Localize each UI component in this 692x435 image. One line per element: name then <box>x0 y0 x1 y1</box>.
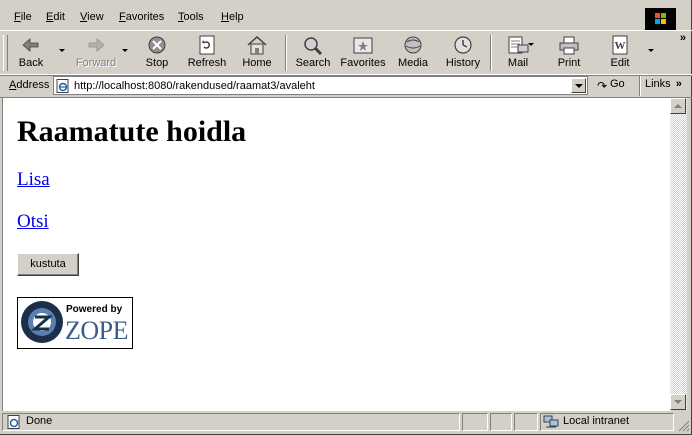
links-separator <box>639 76 641 96</box>
favorites-button[interactable]: Favorites <box>339 33 387 73</box>
home-label: Home <box>242 57 272 69</box>
go-button[interactable]: ↷ Go <box>597 78 625 93</box>
mail-icon <box>506 35 530 55</box>
address-dropdown-icon[interactable] <box>571 78 586 93</box>
links-more-chevron: » <box>675 78 682 90</box>
go-arrow-icon: ↷ <box>597 79 608 93</box>
mail-dropdown-icon[interactable] <box>528 43 534 46</box>
mail-label: Mail <box>507 57 529 69</box>
menu-view[interactable]: View <box>80 11 104 23</box>
back-button[interactable]: Back <box>12 33 50 73</box>
menu-edit[interactable]: Edit <box>46 11 65 23</box>
refresh-label: Refresh <box>187 57 227 69</box>
refresh-button[interactable]: Refresh <box>184 33 230 73</box>
favorites-label: Favorites <box>340 57 386 69</box>
history-button[interactable]: History <box>444 33 482 73</box>
edit-icon: W <box>608 35 632 55</box>
link-otsi[interactable]: Otsi <box>17 211 49 233</box>
media-label: Media <box>398 57 428 69</box>
zope-powered-text: Powered by <box>66 304 123 315</box>
page-title: Raamatute hoidla <box>17 115 247 148</box>
back-arrow-icon <box>19 35 43 55</box>
favorites-icon <box>351 35 375 55</box>
search-icon <box>301 35 325 56</box>
search-button[interactable]: Search <box>293 33 333 73</box>
address-label: Address <box>9 79 50 91</box>
address-input[interactable]: http://localhost:8080/rakendused/raamat3… <box>53 76 588 95</box>
status-pane-lock <box>490 413 512 431</box>
media-button[interactable]: Media <box>395 33 431 73</box>
home-icon <box>245 35 269 55</box>
status-text: Done <box>26 415 53 427</box>
resize-grip-icon[interactable] <box>678 420 690 432</box>
refresh-icon <box>195 35 219 55</box>
toolbar-separator <box>490 35 492 71</box>
print-icon <box>557 35 581 55</box>
menu-tools[interactable]: Tools <box>178 11 204 23</box>
forward-arrow-icon <box>84 35 108 55</box>
status-zone-text: Local intranet <box>563 415 630 427</box>
edit-dropdown-icon[interactable] <box>648 49 654 52</box>
vertical-scrollbar[interactable] <box>670 97 687 410</box>
menu-file[interactable]: File <box>14 11 32 23</box>
print-button[interactable]: Print <box>552 33 586 73</box>
back-label: Back <box>18 57 44 69</box>
address-url: http://localhost:8080/rakendused/raamat3… <box>74 80 315 92</box>
address-bar: Address http://localhost:8080/rakendused… <box>0 74 692 98</box>
svg-text:W: W <box>615 40 626 52</box>
scroll-up-button[interactable] <box>670 98 686 114</box>
status-main-pane <box>2 413 460 431</box>
menu-bar: File Edit View Favorites Tools Help <box>0 5 692 31</box>
kustuta-button[interactable]: kustuta <box>17 253 79 276</box>
mail-button[interactable]: Mail <box>499 33 537 73</box>
print-label: Print <box>557 57 581 69</box>
ie-page-icon <box>56 79 70 93</box>
toolbar-grip[interactable] <box>3 35 8 71</box>
links-button[interactable]: Links » <box>645 78 682 90</box>
media-icon <box>401 35 425 55</box>
stop-button[interactable]: Stop <box>140 33 174 73</box>
status-bar: Done Local intranet <box>0 411 692 434</box>
history-icon <box>451 35 475 55</box>
forward-dropdown-icon[interactable] <box>122 49 128 52</box>
zope-logo[interactable]: Powered by ZOPE <box>17 297 133 349</box>
forward-label: Forward <box>75 57 117 69</box>
edit-button[interactable]: W Edit <box>603 33 637 73</box>
standard-toolbar: Back Forward Stop Refresh Home Search Fa… <box>0 30 692 76</box>
search-label: Search <box>295 57 331 69</box>
windows-logo-icon <box>645 8 676 31</box>
menu-help[interactable]: Help <box>221 11 244 23</box>
zope-brand-text: ZOPE <box>65 316 129 345</box>
home-button[interactable]: Home <box>238 33 276 73</box>
links-label: Links <box>645 78 671 90</box>
intranet-zone-icon <box>543 415 559 429</box>
toolbar-separator <box>285 35 287 71</box>
back-dropdown-icon[interactable] <box>59 49 65 52</box>
stop-label: Stop <box>145 57 169 69</box>
forward-button[interactable]: Forward <box>74 33 118 73</box>
link-lisa[interactable]: Lisa <box>17 169 50 191</box>
status-pane-extra <box>514 413 538 431</box>
toolbar-more-chevron[interactable]: » <box>680 32 686 44</box>
page-viewport: Raamatute hoidla Lisa Otsi kustuta Power… <box>2 97 671 411</box>
status-pane-progress <box>462 413 488 431</box>
ie-done-icon <box>7 415 21 429</box>
zope-ring-icon <box>21 301 63 343</box>
scroll-down-button[interactable] <box>670 394 686 410</box>
history-label: History <box>445 57 481 69</box>
menu-favorites[interactable]: Favorites <box>119 11 164 23</box>
stop-icon <box>145 35 169 55</box>
go-label: Go <box>610 78 625 90</box>
browser-window: File Edit View Favorites Tools Help Back <box>0 0 692 435</box>
edit-label: Edit <box>610 57 630 69</box>
